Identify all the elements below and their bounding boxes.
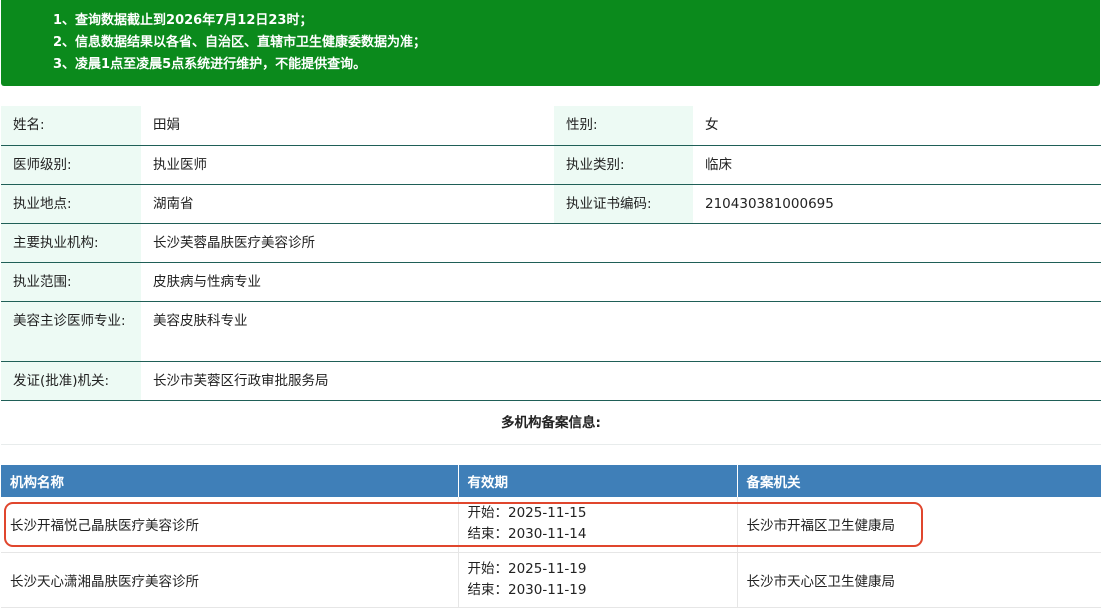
org-name-cell: 长沙天心潇湘晶肤医疗美容诊所	[1, 552, 459, 608]
scope-label: 执业范围:	[1, 262, 141, 302]
cert-value: 210430381000695	[693, 184, 1101, 224]
doctor-info-table: 姓名: 田娟 性别: 女 医师级别: 执业医师 执业类别: 临床 执业地点: 湖…	[1, 106, 1101, 401]
validity-start: 开始：2025-11-15	[467, 505, 587, 522]
info-row-name: 姓名: 田娟 性别: 女	[1, 106, 1101, 146]
validity-cell: 开始：2025-11-19 结束：2030-11-19	[458, 552, 738, 608]
info-row-cosmetic: 美容主诊医师专业: 美容皮肤科专业	[1, 301, 1101, 362]
name-label: 姓名:	[1, 106, 141, 146]
info-row-issuer: 发证(批准)机关: 长沙市芙蓉区行政审批服务局	[1, 361, 1101, 401]
multi-org-title: 多机构备案信息:	[1, 402, 1101, 445]
cosmetic-value: 美容皮肤科专业	[141, 301, 1101, 362]
authority-cell: 长沙市天心区卫生健康局	[737, 552, 1101, 608]
location-value: 湖南省	[141, 184, 554, 224]
info-row-level: 医师级别: 执业医师 执业类别: 临床	[1, 145, 1101, 185]
location-label: 执业地点:	[1, 184, 141, 224]
info-row-scope: 执业范围: 皮肤病与性病专业	[1, 262, 1101, 302]
column-header-org-name: 机构名称	[1, 465, 459, 497]
info-row-org: 主要执业机构: 长沙芙蓉晶肤医疗美容诊所	[1, 223, 1101, 263]
info-row-location: 执业地点: 湖南省 执业证书编码: 210430381000695	[1, 184, 1101, 224]
issuer-label: 发证(批准)机关:	[1, 361, 141, 401]
column-header-authority: 备案机关	[737, 465, 1101, 497]
issuer-value: 长沙市芙蓉区行政审批服务局	[141, 361, 1101, 401]
table-row: 长沙开福悦己晶肤医疗美容诊所 开始：2025-11-15 结束：2030-11-…	[1, 497, 1101, 553]
notice-banner: 1、查询数据截止到2026年7月12日23时； 2、信息数据结果以各省、自治区、…	[1, 0, 1100, 86]
scope-value: 皮肤病与性病专业	[141, 262, 1101, 302]
cosmetic-label: 美容主诊医师专业:	[1, 301, 141, 362]
multi-org-header-row: 机构名称 有效期 备案机关	[1, 465, 1101, 497]
gender-value: 女	[693, 106, 1101, 146]
category-label: 执业类别:	[554, 145, 693, 185]
multi-org-table: 机构名称 有效期 备案机关 长沙开福悦己晶肤医疗美容诊所 开始：2025-11-…	[1, 465, 1101, 608]
category-value: 临床	[693, 145, 1101, 185]
authority-cell: 长沙市开福区卫生健康局	[737, 497, 1101, 553]
org-value: 长沙芙蓉晶肤医疗美容诊所	[141, 223, 1101, 263]
notice-line-3: 3、凌晨1点至凌晨5点系统进行维护，不能提供查询。	[53, 57, 367, 72]
validity-start: 开始：2025-11-19	[467, 560, 587, 577]
org-name-cell: 长沙开福悦己晶肤医疗美容诊所	[1, 497, 459, 553]
column-header-validity: 有效期	[458, 465, 738, 497]
validity-end: 结束：2030-11-14	[467, 526, 587, 543]
level-label: 医师级别:	[1, 145, 141, 185]
level-value: 执业医师	[141, 145, 554, 185]
notice-line-1: 1、查询数据截止到2026年7月12日23时；	[53, 13, 313, 28]
org-label: 主要执业机构:	[1, 223, 141, 263]
gender-label: 性别:	[554, 106, 693, 146]
cert-label: 执业证书编码:	[554, 184, 693, 224]
name-value: 田娟	[141, 106, 554, 146]
validity-end: 结束：2030-11-19	[467, 581, 587, 598]
validity-cell: 开始：2025-11-15 结束：2030-11-14	[458, 497, 738, 553]
notice-line-2: 2、信息数据结果以各省、自治区、直辖市卫生健康委数据为准；	[53, 35, 427, 50]
table-row: 长沙天心潇湘晶肤医疗美容诊所 开始：2025-11-19 结束：2030-11-…	[1, 552, 1101, 608]
